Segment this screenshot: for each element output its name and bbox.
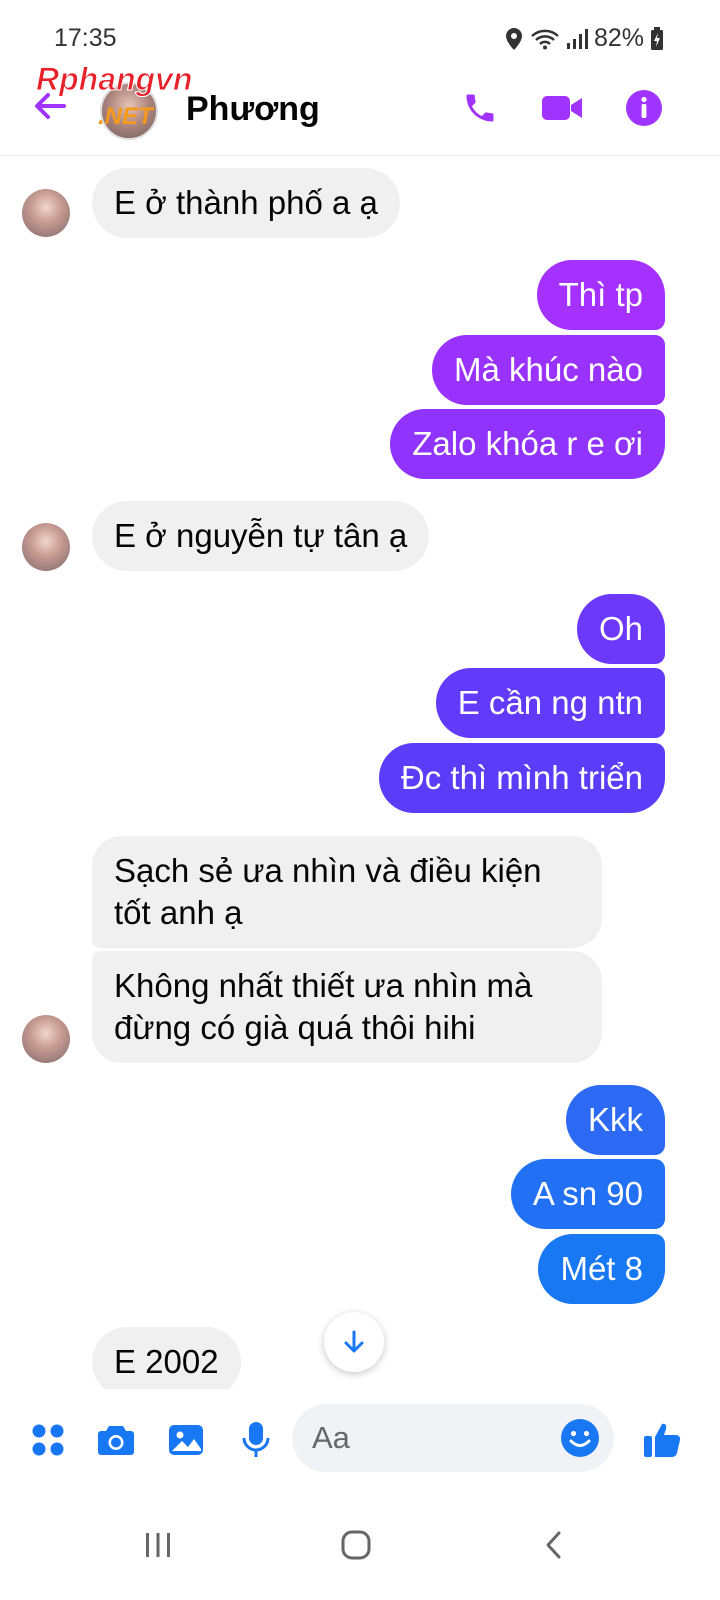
message-incoming[interactable]: Sạch sẻ ưa nhìn và điều kiện tốt anh ạ	[92, 836, 602, 948]
scroll-to-bottom-button[interactable]	[324, 1312, 384, 1372]
more-actions-button[interactable]	[28, 1420, 68, 1460]
sender-avatar[interactable]	[22, 523, 70, 571]
message-outgoing[interactable]: Mà khúc nào	[432, 335, 665, 405]
message-composer	[0, 1390, 720, 1490]
thumbs-up-icon	[644, 1423, 681, 1458]
chevron-left-icon	[546, 1531, 561, 1559]
message-outgoing[interactable]: Mét 8	[538, 1234, 665, 1304]
emoji-button[interactable]	[560, 1418, 600, 1458]
gallery-button[interactable]	[166, 1420, 206, 1460]
contact-name[interactable]: Phương	[186, 90, 320, 129]
message-outgoing[interactable]: E cần ng ntn	[435, 668, 665, 738]
message-incoming[interactable]: E ở thành phố a ạ	[92, 168, 400, 238]
message-input[interactable]	[312, 1416, 542, 1460]
svg-text:Rphangvn: Rphangvn	[36, 62, 192, 97]
home-icon	[341, 1530, 371, 1560]
message-outgoing[interactable]: Kkk	[565, 1085, 665, 1155]
conversation-header: Rphangvn .NET Phương	[0, 60, 720, 156]
sender-avatar[interactable]	[22, 1015, 70, 1063]
sender-avatar[interactable]	[22, 189, 70, 237]
voice-record-button[interactable]	[236, 1420, 276, 1460]
arrow-down-icon	[344, 1330, 364, 1353]
message-outgoing[interactable]: Thì tp	[536, 260, 665, 330]
message-outgoing[interactable]: Zalo khóa r e ơi	[390, 409, 665, 479]
wifi-icon	[530, 28, 560, 50]
system-navigation-bar	[0, 1490, 720, 1600]
like-button[interactable]	[640, 1420, 684, 1460]
microphone-icon	[242, 1422, 270, 1457]
message-outgoing[interactable]: Đc thì mình triển	[378, 743, 665, 813]
video-call-button[interactable]	[540, 86, 584, 130]
image-icon	[169, 1425, 203, 1455]
message-input-container[interactable]	[292, 1404, 614, 1472]
location-icon	[504, 27, 524, 51]
svg-text:.NET: .NET	[98, 103, 155, 130]
voice-call-button[interactable]	[458, 86, 502, 130]
status-icons: 82%	[504, 24, 664, 53]
message-incoming[interactable]: E ở nguyễn tự tân ạ	[92, 501, 430, 571]
smiley-icon	[561, 1419, 599, 1457]
camera-button[interactable]	[96, 1420, 136, 1460]
signal-icon	[566, 28, 588, 50]
info-button[interactable]	[622, 86, 666, 130]
status-time: 17:35	[54, 24, 117, 52]
info-icon	[626, 90, 662, 126]
phone-icon	[466, 94, 494, 122]
message-outgoing[interactable]: Oh	[576, 594, 665, 664]
back-button[interactable]	[524, 1520, 584, 1570]
camera-icon	[98, 1426, 134, 1455]
recent-apps-icon	[146, 1533, 170, 1557]
message-outgoing[interactable]: A sn 90	[510, 1159, 665, 1229]
four-dots-icon	[32, 1424, 64, 1456]
video-camera-icon	[542, 96, 582, 120]
recent-apps-button[interactable]	[128, 1520, 188, 1570]
message-incoming[interactable]: Không nhất thiết ưa nhìn mà đừng có già …	[92, 951, 602, 1063]
message-list[interactable]: E ở thành phố a ạ Thì tp Mà khúc nào Zal…	[0, 157, 720, 1389]
battery-charging-icon	[650, 26, 664, 51]
home-button[interactable]	[326, 1520, 386, 1570]
battery-percent: 82%	[593, 24, 644, 52]
message-incoming[interactable]: E 2002	[92, 1327, 241, 1389]
